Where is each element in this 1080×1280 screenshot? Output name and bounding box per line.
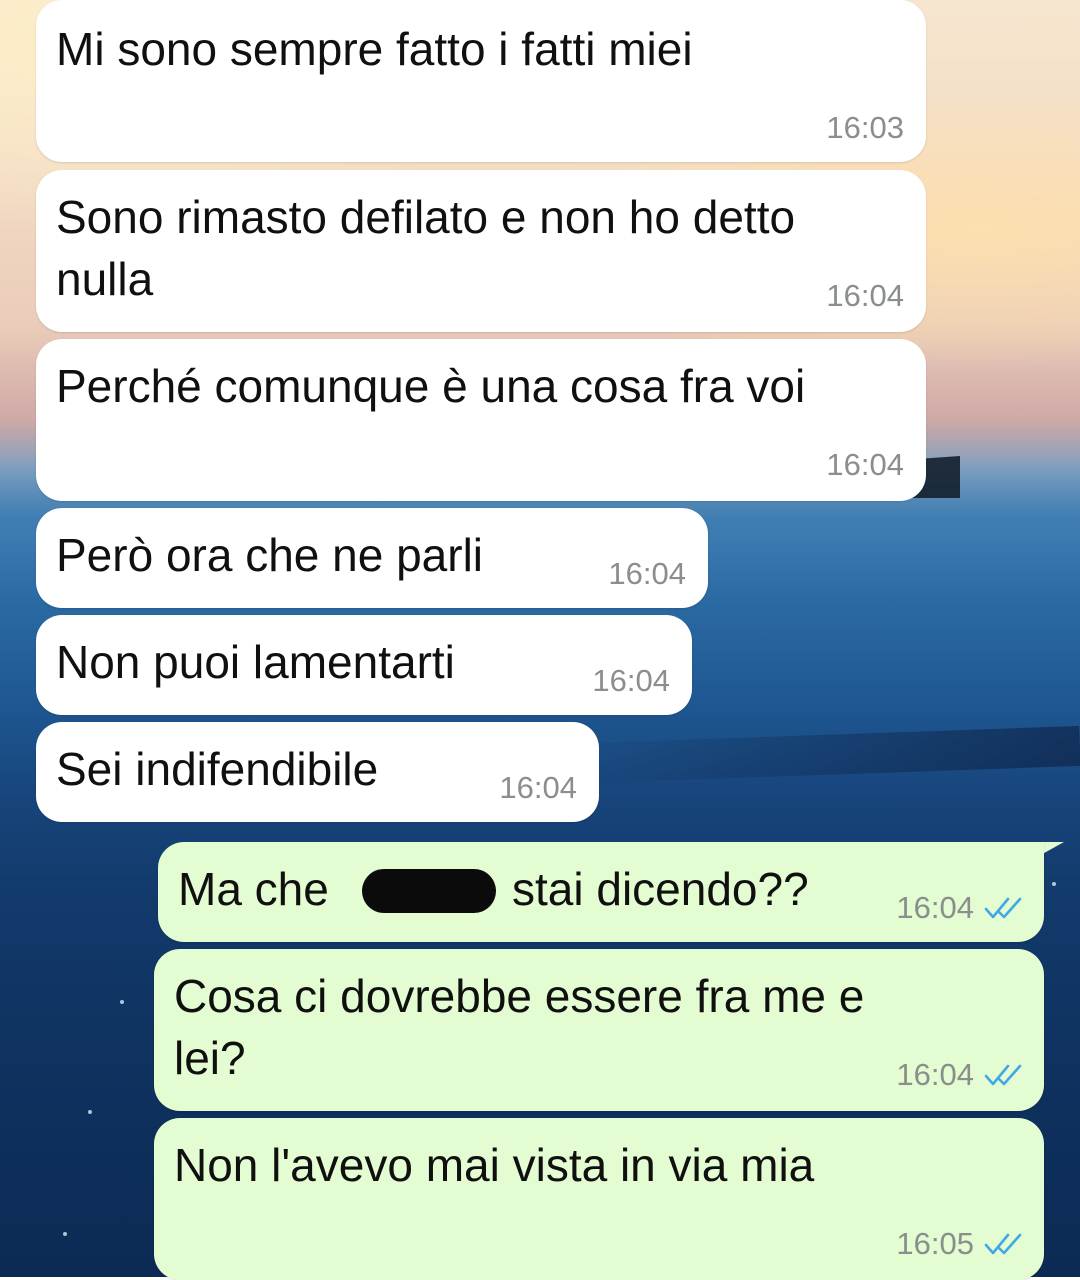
message-text-start: Ma che <box>178 863 329 915</box>
outgoing-message[interactable]: Ma che stai dicendo?? 16:04 <box>158 842 1044 942</box>
message-meta: 16:05 <box>896 1226 1024 1262</box>
message-time: 16:04 <box>608 556 686 591</box>
message-time: 16:03 <box>826 110 904 145</box>
message-text: Perché comunque è una cosa fra voi <box>56 360 806 412</box>
redaction-mark <box>362 869 496 913</box>
message-list[interactable]: Mi sono sempre fatto i fatti miei 16:03 … <box>0 0 1080 1280</box>
message-text-end: stai dicendo?? <box>512 863 809 915</box>
message-meta: 16:04 <box>608 556 686 592</box>
incoming-message[interactable]: Perché comunque è una cosa fra voi 16:04 <box>36 339 926 501</box>
message-meta: 16:03 <box>826 110 904 146</box>
outgoing-message[interactable]: Cosa ci dovrebbe essere fra me e lei? 16… <box>154 949 1044 1111</box>
message-text: Non l'avevo mai vista in via mia <box>174 1139 815 1191</box>
message-meta: 16:04 <box>499 770 577 806</box>
message-meta: 16:04 <box>826 278 904 314</box>
incoming-message[interactable]: Non puoi lamentarti 16:04 <box>36 615 692 715</box>
incoming-message[interactable]: Sono rimasto defilato e non ho detto nul… <box>36 170 926 332</box>
double-check-icon <box>984 1064 1022 1086</box>
message-time: 16:04 <box>499 770 577 805</box>
message-text: Sei indifendibile <box>56 743 379 795</box>
message-meta: 16:04 <box>592 663 670 699</box>
message-text: Però ora che ne parli <box>56 529 484 581</box>
incoming-message[interactable]: Mi sono sempre fatto i fatti miei 16:03 <box>36 0 926 162</box>
message-time: 16:04 <box>592 663 670 698</box>
message-time: 16:04 <box>896 1057 974 1092</box>
message-time: 16:05 <box>896 1226 974 1261</box>
message-meta: 16:04 <box>826 447 904 483</box>
message-time: 16:04 <box>896 890 974 925</box>
message-text: Sono rimasto defilato e non ho detto nul… <box>56 191 796 305</box>
outgoing-message[interactable]: Non l'avevo mai vista in via mia 16:05 <box>154 1118 1044 1280</box>
incoming-message[interactable]: Però ora che ne parli 16:04 <box>36 508 708 608</box>
message-text: Cosa ci dovrebbe essere fra me e lei? <box>174 970 865 1084</box>
message-time: 16:04 <box>826 278 904 313</box>
message-time: 16:04 <box>826 447 904 482</box>
double-check-icon <box>984 1233 1022 1255</box>
message-text: Mi sono sempre fatto i fatti miei <box>56 23 693 75</box>
message-text: Non puoi lamentarti <box>56 636 455 688</box>
message-meta: 16:04 <box>896 1057 1024 1093</box>
incoming-message[interactable]: Sei indifendibile 16:04 <box>36 722 599 822</box>
message-meta: 16:04 <box>896 890 1024 926</box>
double-check-icon <box>984 897 1022 919</box>
